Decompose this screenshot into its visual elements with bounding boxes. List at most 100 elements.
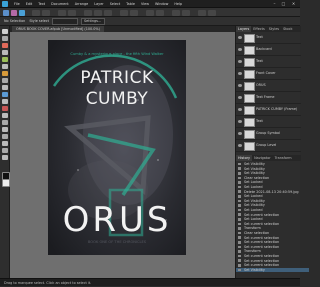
layer-row[interactable]: Text bbox=[236, 33, 301, 44]
transparency-tool-icon[interactable] bbox=[2, 71, 8, 76]
persona-publisher-icon[interactable] bbox=[3, 9, 9, 16]
menu-view[interactable]: View bbox=[141, 2, 149, 6]
fill-tool-icon[interactable] bbox=[2, 64, 8, 69]
tab-navigator[interactable]: Navigator bbox=[252, 155, 273, 161]
history-item-label: Set Locked bbox=[244, 208, 263, 212]
history-item-label: Set current selection bbox=[244, 254, 280, 258]
frame-text-tool-icon[interactable] bbox=[2, 99, 8, 104]
layer-row[interactable]: Text bbox=[236, 117, 301, 128]
zoom-tool-icon[interactable] bbox=[2, 148, 8, 153]
tab-transform[interactable]: Transform bbox=[273, 155, 294, 161]
layer-row[interactable]: PATRICK CUMBY (Frame) bbox=[236, 105, 301, 116]
align-center-icon[interactable] bbox=[94, 9, 102, 16]
crop-tool-icon[interactable] bbox=[2, 78, 8, 83]
history-item[interactable]: Set Visibility bbox=[236, 267, 309, 273]
layer-name: Text bbox=[256, 35, 263, 39]
align-right-icon[interactable] bbox=[104, 9, 112, 16]
layer-row[interactable]: Group Symbol bbox=[236, 129, 301, 140]
history-step-icon bbox=[238, 162, 241, 166]
node-tool-icon[interactable] bbox=[2, 36, 8, 41]
tab-styles[interactable]: Styles bbox=[267, 26, 281, 32]
history-step-icon bbox=[238, 194, 241, 198]
frame-icon[interactable] bbox=[156, 9, 164, 16]
menu-file[interactable]: File bbox=[14, 2, 20, 6]
close-icon[interactable]: ✕ bbox=[290, 1, 297, 6]
preview-icon[interactable] bbox=[208, 9, 216, 16]
book-cover[interactable]: Cumby & a mysterious place - the fifth W… bbox=[48, 40, 186, 255]
settings-button[interactable]: Settings... bbox=[81, 17, 105, 25]
history-step-icon bbox=[238, 250, 241, 253]
layer-thumbnail bbox=[244, 82, 255, 91]
stroke-color-swatch-icon[interactable] bbox=[2, 179, 10, 187]
history-step-icon bbox=[238, 268, 241, 272]
layer-name: Front Cover bbox=[256, 71, 276, 75]
flip-icon[interactable] bbox=[182, 9, 190, 16]
layer-row[interactable]: Text bbox=[236, 57, 301, 68]
move-tool-icon[interactable] bbox=[2, 29, 8, 34]
visibility-icon[interactable] bbox=[238, 108, 242, 111]
layer-thumbnail bbox=[244, 142, 255, 151]
text-wrap-icon[interactable] bbox=[146, 9, 154, 16]
tab-effects[interactable]: Effects bbox=[251, 26, 267, 32]
maximize-icon[interactable]: □ bbox=[280, 1, 287, 6]
tab-layers[interactable]: Layers bbox=[236, 26, 252, 32]
align-left-icon[interactable] bbox=[84, 9, 92, 16]
history-item-label: Set current selection bbox=[244, 221, 280, 226]
style-dropdown[interactable] bbox=[52, 17, 78, 25]
minimize-icon[interactable]: – bbox=[271, 1, 278, 6]
arrange-icon[interactable] bbox=[120, 9, 128, 16]
history-step-icon bbox=[238, 181, 241, 184]
menu-select[interactable]: Select bbox=[110, 2, 120, 6]
tab-history[interactable]: History bbox=[236, 155, 253, 161]
menu-document[interactable]: Document bbox=[51, 2, 69, 6]
layer-row[interactable]: Group Level bbox=[236, 141, 301, 152]
insert-icon[interactable] bbox=[130, 9, 138, 16]
history-step-icon bbox=[238, 185, 241, 189]
picture-frame-tool-icon[interactable] bbox=[2, 85, 8, 90]
visibility-icon[interactable] bbox=[238, 120, 242, 123]
menu-edit[interactable]: Edit bbox=[26, 2, 33, 6]
visibility-icon[interactable] bbox=[238, 144, 242, 147]
triangle-tool-icon[interactable] bbox=[2, 127, 8, 132]
rectangle-tool-icon[interactable] bbox=[2, 113, 8, 118]
artistic-text-tool-icon[interactable] bbox=[2, 106, 8, 111]
layer-row[interactable]: ORUS bbox=[236, 81, 301, 92]
ellipse-tool-icon[interactable] bbox=[2, 120, 8, 125]
pen-tool-icon[interactable] bbox=[2, 50, 8, 55]
visibility-icon[interactable] bbox=[238, 36, 242, 39]
visibility-icon[interactable] bbox=[238, 84, 242, 87]
place-image-tool-icon[interactable] bbox=[2, 92, 8, 97]
table-tool-icon[interactable] bbox=[2, 43, 8, 48]
star-tool-icon[interactable] bbox=[2, 141, 8, 146]
visibility-icon[interactable] bbox=[238, 96, 242, 99]
hand-tool-icon[interactable] bbox=[2, 155, 8, 160]
layer-row[interactable]: Text Frame bbox=[236, 93, 301, 104]
tab-stock[interactable]: Stock bbox=[281, 26, 294, 32]
menu-text[interactable]: Text bbox=[38, 2, 45, 6]
visibility-icon[interactable] bbox=[238, 132, 242, 135]
visibility-icon[interactable] bbox=[238, 72, 242, 75]
history-item-label: Set current selection bbox=[244, 263, 280, 268]
snapping-icon[interactable] bbox=[58, 9, 66, 16]
layer-row[interactable]: Backcard bbox=[236, 45, 301, 56]
persona-photo-icon[interactable] bbox=[11, 9, 17, 16]
preflight-icon[interactable] bbox=[32, 9, 40, 16]
menu-help[interactable]: Help bbox=[174, 2, 182, 6]
layer-name: Group Symbol bbox=[256, 131, 281, 135]
menu-layer[interactable]: Layer bbox=[94, 2, 103, 6]
history-step-icon bbox=[238, 217, 241, 221]
menu-window[interactable]: Window bbox=[155, 2, 168, 6]
pencil-tool-icon[interactable] bbox=[2, 57, 8, 62]
rotate-icon[interactable] bbox=[198, 9, 206, 16]
layer-row[interactable]: Front Cover bbox=[236, 69, 301, 80]
visibility-icon[interactable] bbox=[238, 48, 242, 51]
menu-table[interactable]: Table bbox=[126, 2, 135, 6]
grid-icon[interactable] bbox=[68, 9, 76, 16]
boolean-icon[interactable] bbox=[172, 9, 180, 16]
menu-arrange[interactable]: Arrange bbox=[75, 2, 89, 6]
persona-designer-icon[interactable] bbox=[19, 9, 25, 16]
visibility-icon[interactable] bbox=[238, 60, 242, 63]
spread-icon[interactable] bbox=[42, 9, 50, 16]
polygon-tool-icon[interactable] bbox=[2, 134, 8, 139]
layer-name: Text bbox=[256, 119, 263, 123]
